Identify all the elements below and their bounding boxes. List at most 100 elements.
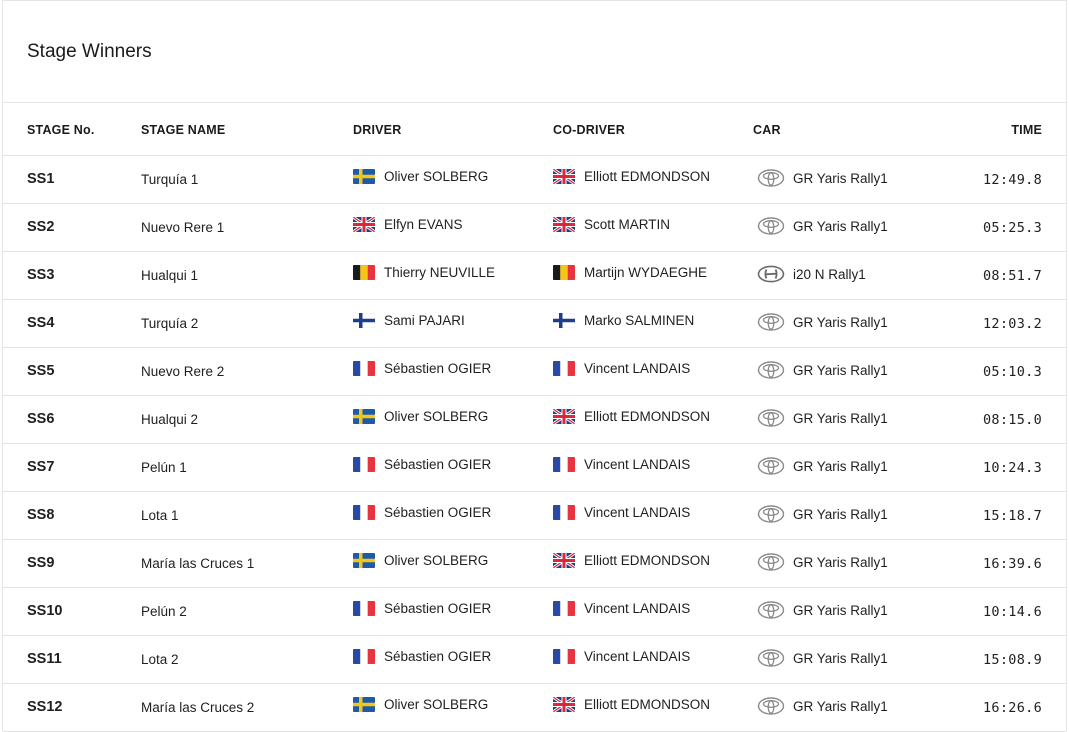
belgium-flag-icon	[553, 265, 575, 280]
car-model: GR Yaris Rally1	[793, 218, 888, 234]
car-cell: GR Yaris Rally1	[757, 553, 888, 571]
column-header-car: CAR	[753, 123, 781, 137]
car-model: GR Yaris Rally1	[793, 602, 888, 618]
car-cell: GR Yaris Rally1	[757, 313, 888, 331]
column-header-stage-no: STAGE No.	[27, 123, 95, 137]
driver-name[interactable]: Sébastien OGIER	[384, 649, 491, 664]
co-driver-name[interactable]: Elliott EDMONDSON	[584, 409, 710, 424]
table-row[interactable]: SS8 Lota 1 Sébastien OGIER Vincent LANDAIS G…	[3, 492, 1066, 540]
france-flag-icon	[353, 601, 375, 616]
table-body: SS1 Turquía 1 Oliver SOLBERG Elliott EDMOND…	[3, 156, 1066, 732]
stage-number: SS8	[27, 507, 55, 523]
table-row[interactable]: SS10 Pelún 2 Sébastien OGIER Vincent LANDAI…	[3, 588, 1066, 636]
driver-name[interactable]: Elfyn EVANS	[384, 217, 463, 232]
france-flag-icon	[353, 649, 375, 664]
stage-time: 12:49.8	[983, 172, 1042, 188]
toyota-logo-icon	[757, 601, 785, 619]
stage-number: SS12	[27, 699, 63, 715]
driver-cell: Sébastien OGIER	[353, 649, 491, 664]
table-row[interactable]: SS12 María las Cruces 2 Oliver SOLBERG Elli…	[3, 684, 1066, 732]
france-flag-icon	[553, 361, 575, 376]
driver-name[interactable]: Oliver SOLBERG	[384, 553, 488, 568]
car-model: GR Yaris Rally1	[793, 410, 888, 426]
stage-time: 05:10.3	[983, 364, 1042, 380]
co-driver-cell: Vincent LANDAIS	[553, 457, 690, 472]
co-driver-name[interactable]: Scott MARTIN	[584, 217, 670, 232]
stage-name: Hualqui 1	[141, 268, 199, 283]
table-row[interactable]: SS4 Turquía 2 Sami PAJARI Marko SALMINEN GR …	[3, 300, 1066, 348]
toyota-logo-icon	[757, 313, 785, 331]
car-cell: GR Yaris Rally1	[757, 409, 888, 427]
toyota-logo-icon	[757, 697, 785, 715]
driver-name[interactable]: Sébastien OGIER	[384, 457, 491, 472]
co-driver-cell: Scott MARTIN	[553, 217, 670, 232]
table-row[interactable]: SS2 Nuevo Rere 1 Elfyn EVANS Scott MARTIN GR…	[3, 204, 1066, 252]
france-flag-icon	[353, 457, 375, 472]
stage-name: Turquía 2	[141, 316, 199, 331]
co-driver-name[interactable]: Vincent LANDAIS	[584, 505, 690, 520]
co-driver-cell: Elliott EDMONDSON	[553, 169, 710, 184]
toyota-logo-icon	[757, 169, 785, 187]
stage-name: Hualqui 2	[141, 412, 199, 427]
driver-name[interactable]: Sami PAJARI	[384, 313, 465, 328]
stage-name: Nuevo Rere 2	[141, 364, 225, 379]
driver-name[interactable]: Sébastien OGIER	[384, 505, 491, 520]
column-header-co-driver: CO-DRIVER	[553, 123, 625, 137]
france-flag-icon	[553, 457, 575, 472]
driver-cell: Oliver SOLBERG	[353, 697, 488, 712]
co-driver-cell: Elliott EDMONDSON	[553, 553, 710, 568]
stage-number: SS9	[27, 555, 55, 571]
driver-cell: Sébastien OGIER	[353, 505, 491, 520]
co-driver-name[interactable]: Martijn WYDAEGHE	[584, 265, 707, 280]
column-header-time: TIME	[1011, 123, 1042, 137]
table-row[interactable]: SS3 Hualqui 1 Thierry NEUVILLE Martijn WYDA…	[3, 252, 1066, 300]
car-model: GR Yaris Rally1	[793, 170, 888, 186]
stage-number: SS5	[27, 363, 55, 379]
driver-name[interactable]: Sébastien OGIER	[384, 361, 491, 376]
table-row[interactable]: SS7 Pelún 1 Sébastien OGIER Vincent LANDAIS…	[3, 444, 1066, 492]
driver-name[interactable]: Sébastien OGIER	[384, 601, 491, 616]
stage-number: SS10	[27, 603, 63, 619]
uk-flag-icon	[353, 217, 375, 232]
co-driver-name[interactable]: Vincent LANDAIS	[584, 649, 690, 664]
toyota-logo-icon	[757, 361, 785, 379]
car-cell: GR Yaris Rally1	[757, 697, 888, 715]
co-driver-name[interactable]: Marko SALMINEN	[584, 313, 694, 328]
co-driver-cell: Elliott EDMONDSON	[553, 697, 710, 712]
column-header-driver: DRIVER	[353, 123, 402, 137]
uk-flag-icon	[553, 409, 575, 424]
table-row[interactable]: SS1 Turquía 1 Oliver SOLBERG Elliott EDMOND…	[3, 156, 1066, 204]
stage-name: María las Cruces 1	[141, 556, 255, 571]
stage-name: María las Cruces 2	[141, 700, 255, 715]
stage-number: SS3	[27, 267, 55, 283]
car-cell: GR Yaris Rally1	[757, 169, 888, 187]
table-row[interactable]: SS5 Nuevo Rere 2 Sébastien OGIER Vincent LA…	[3, 348, 1066, 396]
driver-name[interactable]: Thierry NEUVILLE	[384, 265, 495, 280]
table-row[interactable]: SS6 Hualqui 2 Oliver SOLBERG Elliott EDMOND…	[3, 396, 1066, 444]
table-row[interactable]: SS9 María las Cruces 1 Oliver SOLBERG Ellio…	[3, 540, 1066, 588]
driver-name[interactable]: Oliver SOLBERG	[384, 697, 488, 712]
stage-name: Pelún 2	[141, 604, 187, 619]
driver-cell: Sébastien OGIER	[353, 361, 491, 376]
finland-flag-icon	[553, 313, 575, 328]
car-cell: GR Yaris Rally1	[757, 217, 888, 235]
co-driver-cell: Vincent LANDAIS	[553, 601, 690, 616]
co-driver-name[interactable]: Vincent LANDAIS	[584, 601, 690, 616]
toyota-logo-icon	[757, 217, 785, 235]
table-row[interactable]: SS11 Lota 2 Sébastien OGIER Vincent LANDAIS…	[3, 636, 1066, 684]
stage-name: Turquía 1	[141, 172, 199, 187]
toyota-logo-icon	[757, 505, 785, 523]
co-driver-name[interactable]: Elliott EDMONDSON	[584, 169, 710, 184]
driver-name[interactable]: Oliver SOLBERG	[384, 169, 488, 184]
car-model: GR Yaris Rally1	[793, 506, 888, 522]
co-driver-name[interactable]: Elliott EDMONDSON	[584, 697, 710, 712]
co-driver-name[interactable]: Vincent LANDAIS	[584, 361, 690, 376]
co-driver-name[interactable]: Elliott EDMONDSON	[584, 553, 710, 568]
co-driver-cell: Elliott EDMONDSON	[553, 409, 710, 424]
driver-name[interactable]: Oliver SOLBERG	[384, 409, 488, 424]
france-flag-icon	[353, 505, 375, 520]
stage-winners-panel: Stage Winners STAGE No. STAGE NAME DRIVE…	[2, 0, 1067, 732]
co-driver-name[interactable]: Vincent LANDAIS	[584, 457, 690, 472]
table-header: STAGE No. STAGE NAME DRIVER CO-DRIVER CA…	[3, 103, 1066, 156]
stage-number: SS1	[27, 171, 55, 187]
